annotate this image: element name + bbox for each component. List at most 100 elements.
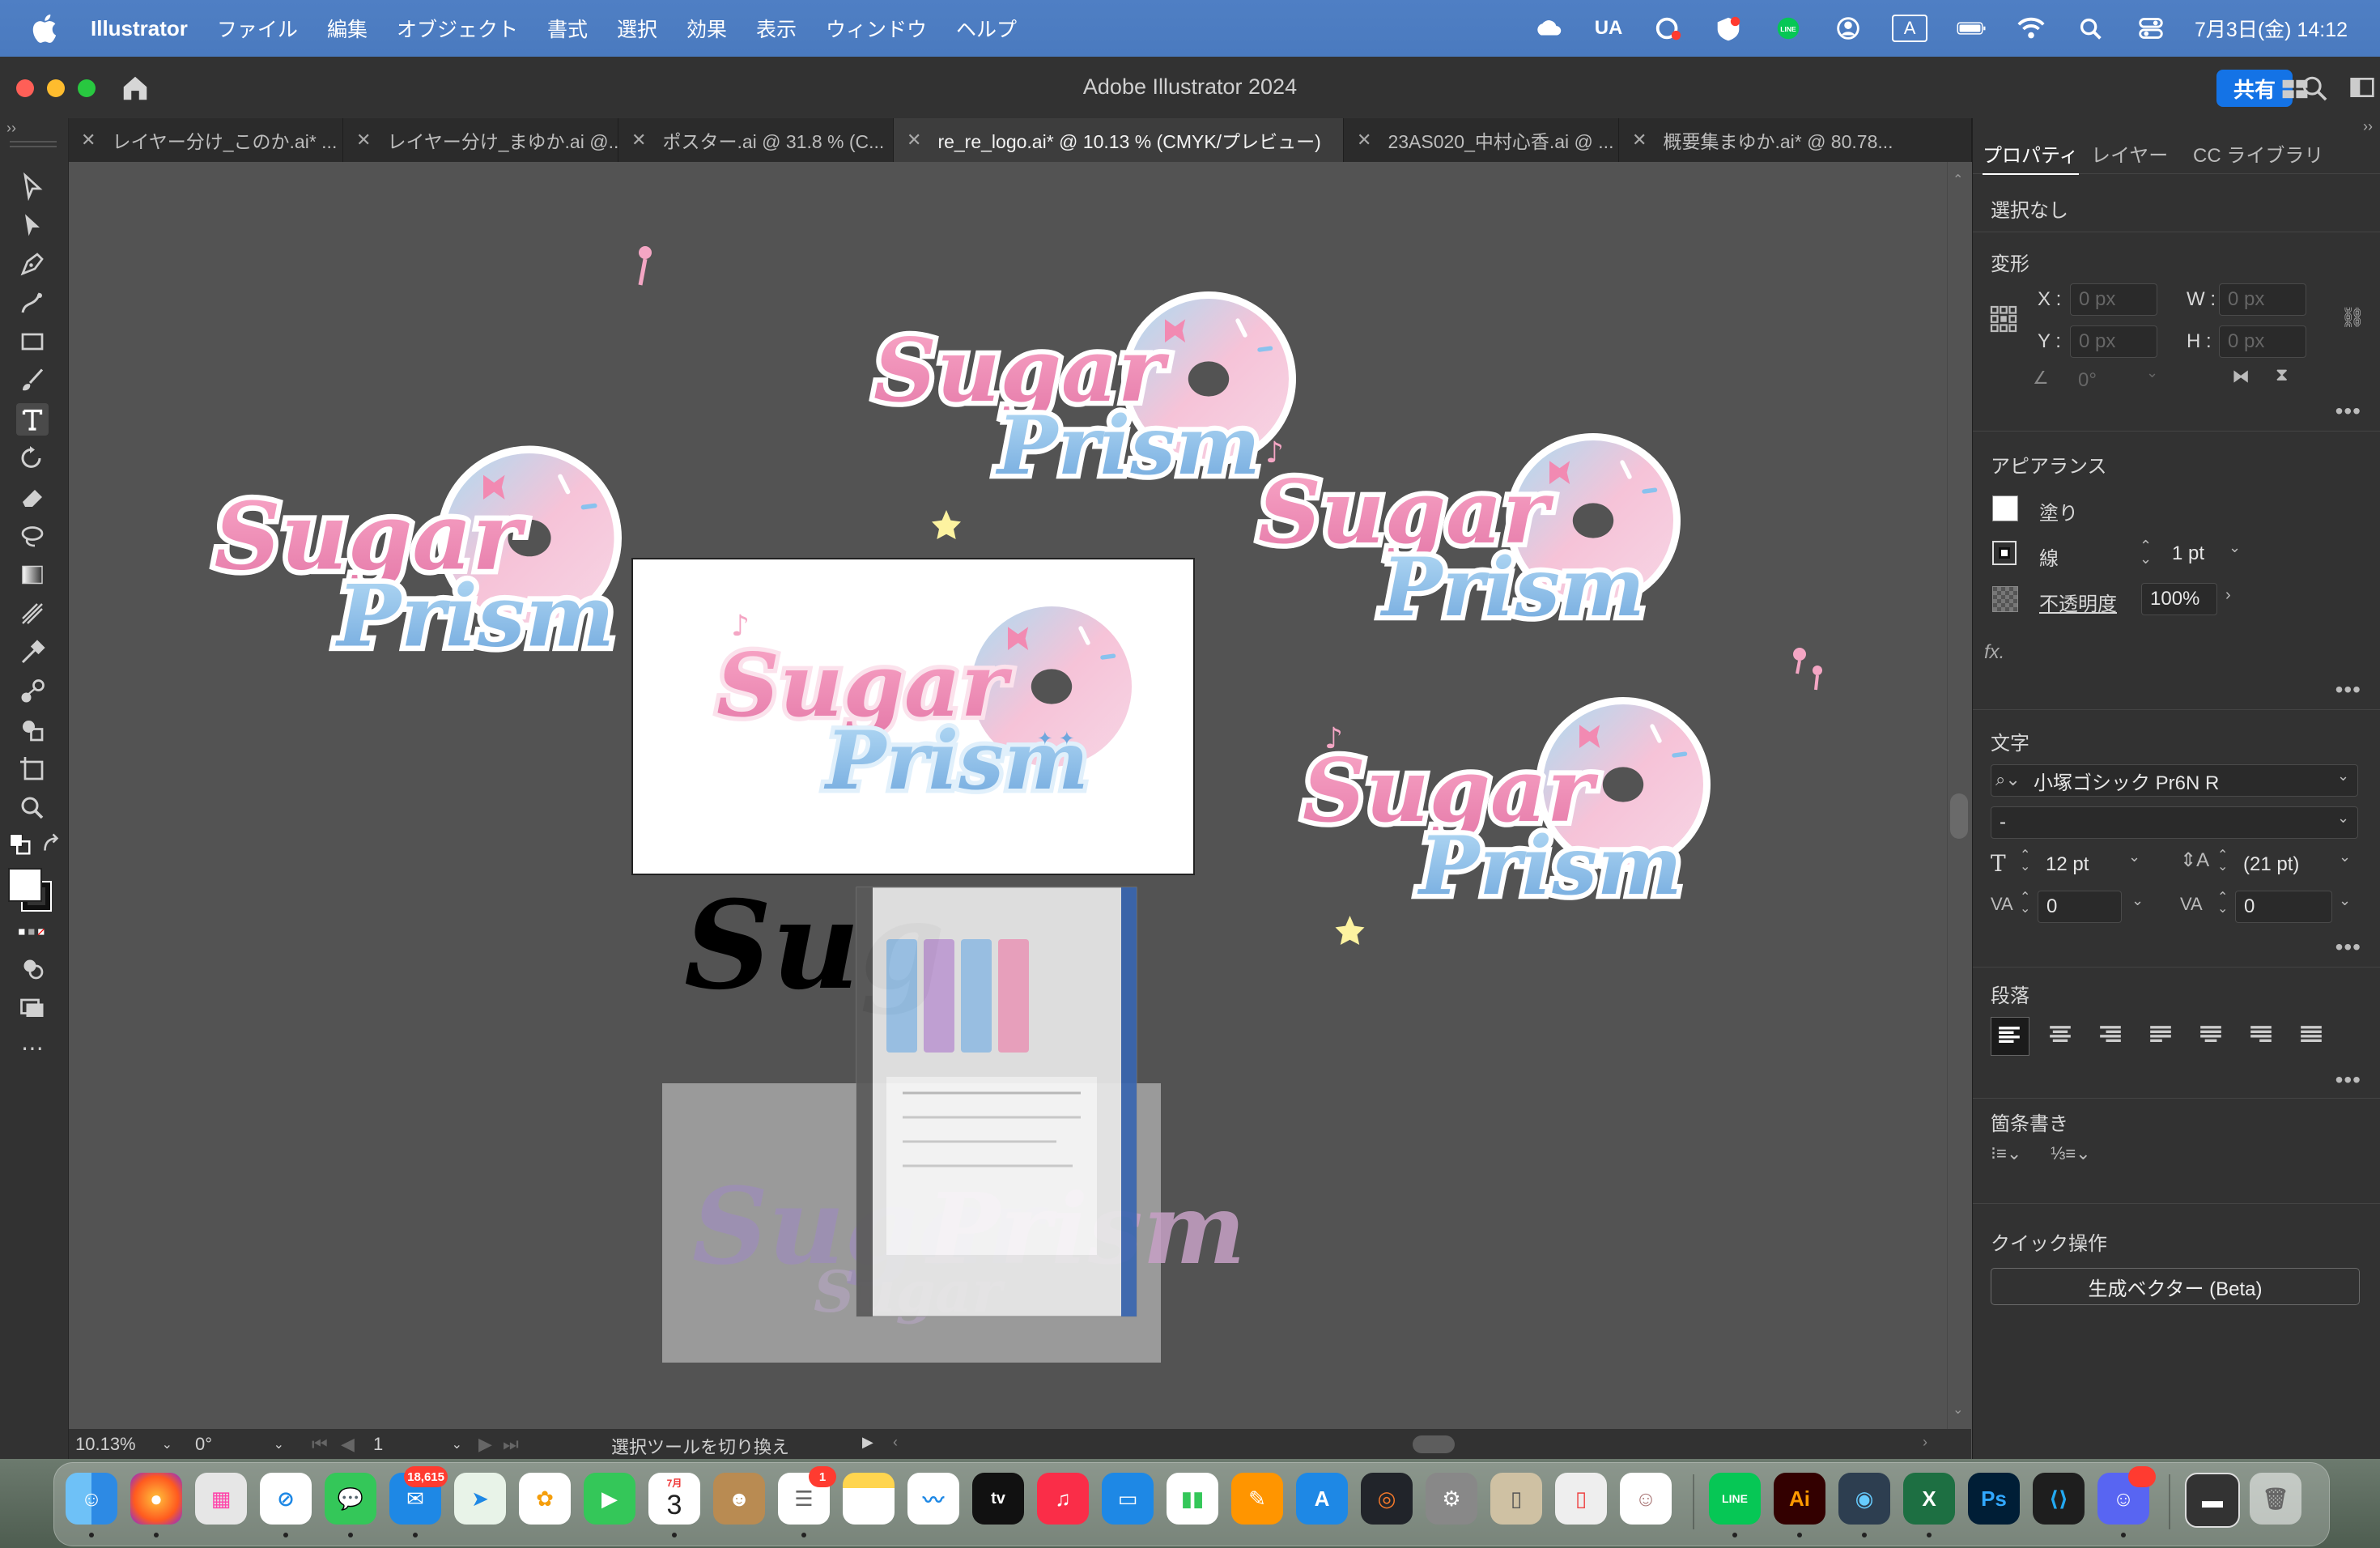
facetime-icon[interactable]: ▶ xyxy=(584,1473,635,1525)
menu-file[interactable]: ファイル xyxy=(217,14,298,43)
chevron-down-icon[interactable]: ⌄ xyxy=(2146,364,2158,381)
zoom-tool-icon[interactable] xyxy=(16,792,49,824)
chevron-down-icon[interactable]: ⌄ xyxy=(2337,768,2349,785)
font-search-icon[interactable]: ⌕⌄ xyxy=(1995,769,2021,790)
pages-icon[interactable]: ✎ xyxy=(1231,1473,1283,1525)
menu-type[interactable]: 書式 xyxy=(547,14,588,43)
discord-icon[interactable]: ☺ xyxy=(2097,1466,2156,1525)
more-options-icon[interactable]: ••• xyxy=(2335,934,2361,960)
justify-all-button[interactable] xyxy=(2293,1017,2331,1054)
paintbrush-tool-icon[interactable] xyxy=(16,364,49,397)
spotlight-search-icon[interactable] xyxy=(2075,15,2107,42)
chevron-down-icon[interactable]: ⌄ xyxy=(2131,892,2144,909)
collapse-panel-icon[interactable]: ›› xyxy=(6,120,16,137)
width-field[interactable]: 0 px xyxy=(2219,283,2306,316)
opacity-checker-icon[interactable] xyxy=(1992,586,2018,612)
close-tab-icon[interactable]: ✕ xyxy=(631,130,646,151)
scroll-left-icon[interactable]: ‹ xyxy=(893,1434,898,1451)
rotation-field[interactable]: 0° ⌄ xyxy=(195,1432,284,1457)
close-tab-icon[interactable]: ✕ xyxy=(1357,130,1371,151)
align-left-button[interactable] xyxy=(1991,1017,2029,1056)
chevron-down-icon[interactable]: ⌄ xyxy=(2229,539,2241,556)
user-account-icon[interactable] xyxy=(1832,15,1864,42)
default-colors-icon[interactable] xyxy=(8,832,32,857)
safari-icon[interactable]: ⊘ xyxy=(260,1473,312,1525)
edit-toolbar-more-icon[interactable]: ⋯ xyxy=(16,1031,49,1064)
document-tab-active[interactable]: ✕ re_re_logo.ai* @ 10.13 % (CMYK/プレビュー) xyxy=(894,118,1344,162)
control-center-icon[interactable] xyxy=(2135,15,2167,42)
close-tab-icon[interactable]: ✕ xyxy=(81,130,96,151)
previous-artboard-icon[interactable]: ◀ xyxy=(341,1434,355,1455)
stroke-swatch[interactable] xyxy=(1992,541,2017,565)
rotate-angle-field[interactable]: 0° xyxy=(2070,364,2157,397)
rotate-tool-icon[interactable] xyxy=(16,442,49,474)
lasso-tool-icon[interactable] xyxy=(16,520,49,552)
wifi-icon[interactable] xyxy=(2015,15,2047,42)
finder-icon[interactable]: ☺ xyxy=(66,1473,117,1525)
menu-view[interactable]: 表示 xyxy=(756,14,797,43)
menu-object[interactable]: オブジェクト xyxy=(397,14,518,43)
quicktime-icon[interactable]: ◉ xyxy=(1838,1473,1890,1525)
height-field[interactable]: 0 px xyxy=(2219,325,2306,358)
gradient-tool-icon[interactable] xyxy=(16,559,49,591)
scroll-right-icon[interactable]: › xyxy=(1923,1434,1927,1451)
justify-center-button[interactable] xyxy=(2193,1017,2230,1054)
menu-edit[interactable]: 編集 xyxy=(327,14,368,43)
tab-layers[interactable]: レイヤー xyxy=(2091,133,2168,173)
chevron-down-icon[interactable]: ⌄ xyxy=(162,1436,172,1452)
iphone-mirroring-icon[interactable]: ▯ xyxy=(1555,1473,1607,1525)
kerning-field[interactable]: 0 xyxy=(2038,891,2122,923)
close-tab-icon[interactable]: ✕ xyxy=(907,130,921,151)
direct-selection-tool-icon[interactable] xyxy=(16,209,49,241)
artboard-number-field[interactable]: 1 ⌄ xyxy=(373,1432,462,1457)
reference-point-icon[interactable] xyxy=(1989,304,2018,334)
bullet-list-icon[interactable]: ⁝≡⌄ xyxy=(1991,1143,2021,1164)
scroll-up-icon[interactable]: ⌃ xyxy=(1953,172,1963,188)
horizontal-scroll-thumb[interactable] xyxy=(1413,1435,1455,1453)
tab-properties[interactable]: プロパティ xyxy=(1983,133,2079,175)
input-mode-indicator[interactable]: UA xyxy=(1592,15,1625,42)
document-tab[interactable]: ✕ 概要集まゆか.ai* @ 80.78... xyxy=(1619,118,1972,162)
system-settings-icon[interactable]: ⚙ xyxy=(1426,1473,1477,1525)
screen-record-icon[interactable] xyxy=(1652,15,1685,42)
stepper-icon[interactable]: ⌃ ⌄ xyxy=(2217,849,2228,874)
align-center-button[interactable] xyxy=(2042,1017,2080,1054)
trash-icon[interactable]: 🗑 xyxy=(2250,1473,2301,1525)
freeform-icon[interactable]: 〰 xyxy=(907,1473,959,1525)
eraser-tool-icon[interactable] xyxy=(16,481,49,513)
keynote-icon[interactable]: ▭ xyxy=(1102,1473,1154,1525)
stepper-icon[interactable]: ⌃ ⌄ xyxy=(2217,891,2228,916)
stroke-weight-field[interactable]: 1 pt xyxy=(2164,538,2233,570)
shape-builder-tool-icon[interactable] xyxy=(16,714,49,746)
launchpad-icon[interactable]: ▦ xyxy=(195,1473,247,1525)
music-icon[interactable]: ♫ xyxy=(1037,1473,1089,1525)
type-tool-icon[interactable] xyxy=(16,403,49,436)
app-store-icon[interactable]: A xyxy=(1296,1473,1348,1525)
lollipop-ornament[interactable] xyxy=(638,246,652,286)
apple-tv-icon[interactable]: tv xyxy=(972,1473,1024,1525)
sugar-prism-logo[interactable]: Sugar Prism xyxy=(209,449,618,671)
line-menu-icon[interactable]: LINE xyxy=(1772,15,1804,42)
flip-vertical-icon[interactable]: ⧗ xyxy=(2276,364,2288,385)
flip-horizontal-icon[interactable]: ⧓ xyxy=(2232,366,2250,387)
blend-tool-icon[interactable] xyxy=(16,675,49,708)
opacity-label[interactable]: 不透明度 xyxy=(2039,588,2117,616)
maps-icon[interactable]: ➤ xyxy=(454,1473,506,1525)
workspace-switcher-icon[interactable] xyxy=(2349,74,2378,104)
sugar-prism-logo[interactable]: Sugar Prism xyxy=(869,296,1293,540)
document-tab[interactable]: ✕ 23AS020_中村心香.ai @ ... xyxy=(1344,118,1619,162)
vscode-icon[interactable]: ⟨⟩ xyxy=(2033,1473,2085,1525)
justify-right-button[interactable] xyxy=(2243,1017,2280,1054)
next-artboard-icon[interactable]: ▶ xyxy=(478,1434,492,1455)
chevron-down-icon[interactable]: ⌄ xyxy=(2337,810,2349,827)
mesh-tool-icon[interactable] xyxy=(16,598,49,630)
line-app-icon[interactable]: LINE xyxy=(1709,1473,1761,1525)
status-menu-arrow-icon[interactable]: ▶ xyxy=(862,1434,873,1451)
chevron-down-icon[interactable]: ⌄ xyxy=(2339,848,2351,865)
input-source-indicator[interactable]: A xyxy=(1892,15,1928,42)
constrain-proportions-icon[interactable]: ⛓ xyxy=(2340,306,2365,330)
mail-icon[interactable]: ✉ 18,615 xyxy=(389,1466,448,1525)
artboard-tool-icon[interactable] xyxy=(16,753,49,785)
x-position-field[interactable]: 0 px xyxy=(2070,283,2157,316)
lollipop-ornament[interactable] xyxy=(1793,648,1822,691)
